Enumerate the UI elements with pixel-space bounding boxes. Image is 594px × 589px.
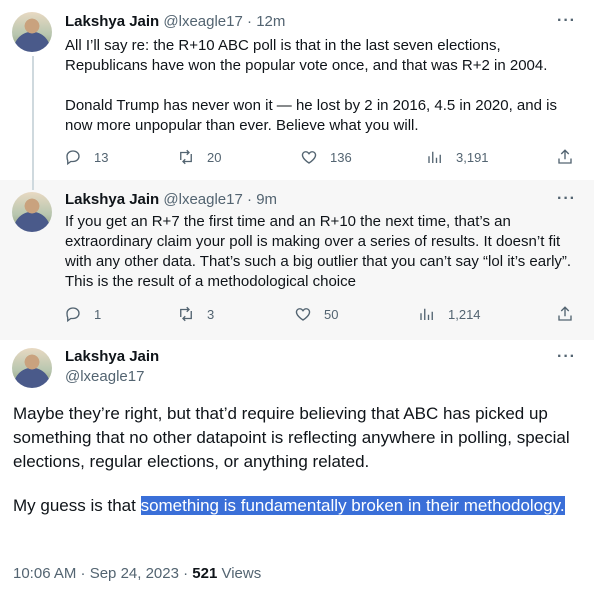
tweet-paragraph: If you get an R+7 the first time and an … (65, 213, 572, 290)
tweet-actions: 13 20 136 3,191 (60, 145, 580, 169)
author-name[interactable]: Lakshya Jain (65, 13, 159, 30)
heart-icon (295, 308, 311, 321)
reply-button[interactable]: 1 (64, 302, 101, 326)
more-options-button[interactable]: ··· (557, 190, 576, 208)
tweet-time[interactable]: 12m (256, 13, 285, 30)
tweet-paragraph: Maybe they’re right, but that’d require … (13, 404, 570, 471)
avatar[interactable] (12, 348, 52, 388)
retweet-button[interactable]: 3 (177, 302, 214, 326)
tweet-time[interactable]: 9m (256, 191, 277, 208)
author-handle[interactable]: @lxeagle17 (65, 368, 144, 385)
tweet-text: All I’ll say re: the R+10 ABC poll is th… (65, 36, 575, 136)
author-handle[interactable]: @lxeagle17 (163, 13, 242, 30)
tweet-actions: 1 3 50 1,214 (60, 302, 580, 326)
analytics-icon (420, 308, 433, 320)
separator-dot: · (242, 13, 257, 30)
tweet-text: Maybe they’re right, but that’d require … (13, 402, 583, 518)
thread-connector-line (32, 180, 34, 190)
view-count: 1,214 (448, 306, 481, 322)
views-label: Views (217, 565, 262, 582)
reply-icon (66, 307, 80, 323)
heart-icon (301, 151, 317, 164)
thread-connector-line (32, 56, 34, 180)
views-button[interactable]: 1,214 (418, 302, 481, 326)
reply-button[interactable]: 13 (64, 145, 108, 169)
thread-tweet-2[interactable]: Lakshya Jain @lxeagle17 · 9m ··· If you … (0, 180, 594, 340)
separator-dot: · (242, 191, 257, 208)
reply-count: 1 (94, 306, 102, 322)
reply-count: 13 (94, 149, 109, 165)
views-button[interactable]: 3,191 (426, 145, 489, 169)
share-button[interactable] (556, 145, 574, 169)
like-button[interactable]: 136 (300, 145, 352, 169)
retweet-icon (180, 149, 192, 165)
tweet-paragraph: Donald Trump has never won it — he lost … (65, 97, 557, 134)
author-name[interactable]: Lakshya Jain (65, 191, 159, 208)
tweet-paragraph: My guess is that something is fundamenta… (13, 494, 583, 518)
author-handle[interactable]: @lxeagle17 (163, 191, 242, 208)
reply-icon (66, 150, 80, 166)
thread-tweet-1[interactable]: Lakshya Jain @lxeagle17 · 12m ··· All I’… (0, 0, 594, 180)
share-icon (558, 149, 572, 164)
retweet-button[interactable]: 20 (177, 145, 221, 169)
like-button[interactable]: 50 (294, 302, 338, 326)
retweet-count: 3 (207, 306, 215, 322)
selected-text-highlight[interactable]: something is fundamentally broken in the… (140, 496, 565, 515)
view-count: 3,191 (456, 149, 489, 165)
tweet-text: If you get an R+7 the first time and an … (65, 212, 575, 292)
tweet-text-plain: My guess is that (13, 496, 141, 515)
tweet-footer: 10:06 AM · Sep 24, 2023 · 521 Views (13, 565, 261, 582)
share-icon (558, 306, 572, 321)
like-count: 50 (324, 306, 339, 322)
more-options-button[interactable]: ··· (557, 12, 576, 30)
retweet-icon (180, 306, 192, 322)
analytics-icon (428, 151, 441, 163)
tweet-timestamp[interactable]: 10:06 AM · Sep 24, 2023 · (13, 565, 192, 582)
avatar[interactable] (12, 12, 52, 52)
retweet-count: 20 (207, 149, 222, 165)
author-name[interactable]: Lakshya Jain (65, 348, 159, 365)
tweet-paragraph: All I’ll say re: the R+10 ABC poll is th… (65, 37, 548, 74)
tweet-header: Lakshya Jain @lxeagle17 · 12m (65, 12, 285, 32)
tweet-header: Lakshya Jain @lxeagle17 · 9m (65, 190, 277, 210)
views-count: 521 (192, 565, 218, 582)
share-button[interactable] (556, 302, 574, 326)
more-options-button[interactable]: ··· (557, 348, 576, 366)
focused-tweet: Lakshya Jain @lxeagle17 ··· Maybe they’r… (0, 340, 594, 589)
like-count: 136 (330, 149, 352, 165)
avatar[interactable] (12, 192, 52, 232)
